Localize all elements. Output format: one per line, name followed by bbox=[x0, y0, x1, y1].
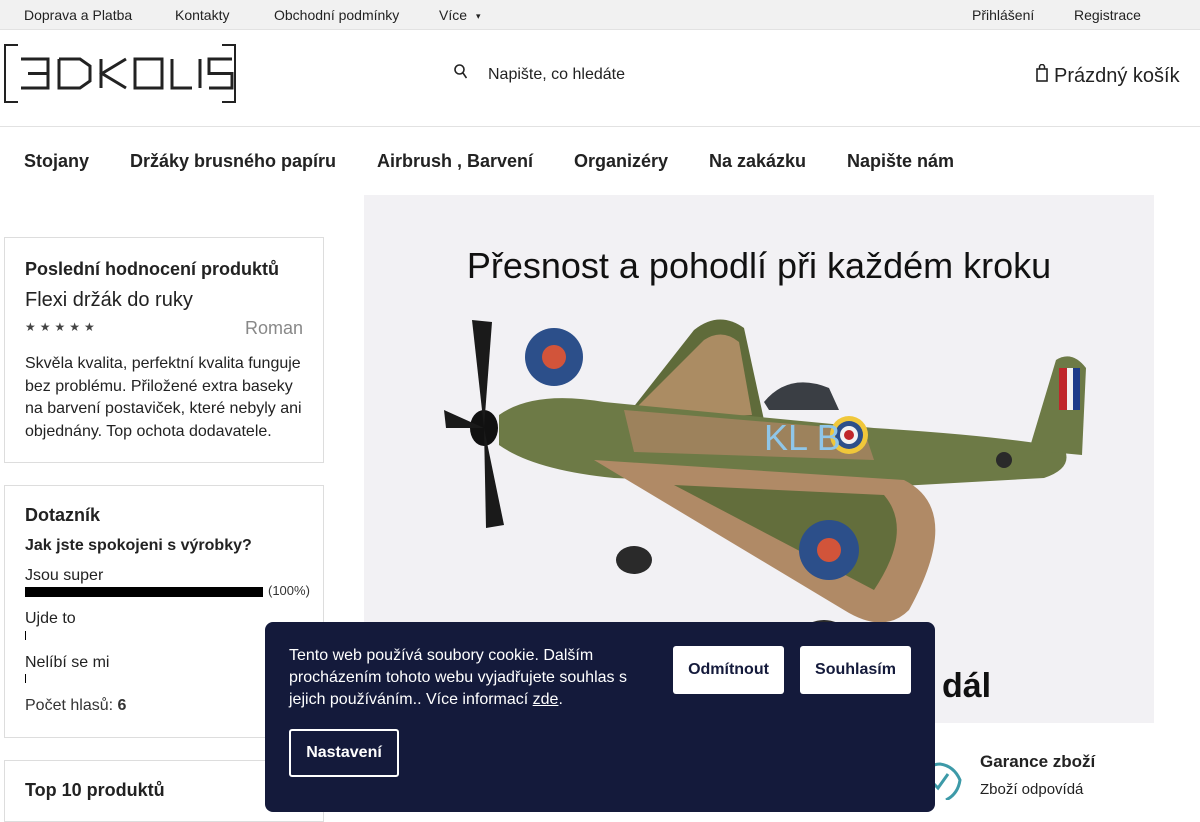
banner-headline: Přesnost a pohodlí při každém kroku bbox=[466, 245, 1052, 286]
spitfire-model-image: KL B bbox=[444, 319, 1086, 640]
menu-item-organizers[interactable]: Organizéry bbox=[574, 151, 668, 172]
poll-percent: (100%) bbox=[268, 583, 310, 598]
cart-icon bbox=[1036, 63, 1048, 88]
login-link[interactable]: Přihlášení bbox=[972, 7, 1034, 23]
site-logo[interactable] bbox=[4, 44, 236, 103]
votes-value: 6 bbox=[117, 697, 127, 714]
cookie-banner: Tento web používá soubory cookie. Dalším… bbox=[265, 622, 935, 812]
banner-subtext: dál bbox=[942, 667, 992, 705]
reviews-title: Poslední hodnocení produktů bbox=[25, 259, 279, 279]
topbar-link-shipping[interactable]: Doprava a Platba bbox=[24, 7, 132, 23]
top-bar: Doprava a Platba Kontakty Obchodní podmí… bbox=[0, 0, 1200, 30]
rating-stars-icon: ★★★★★ bbox=[25, 320, 99, 334]
review-text: Skvěla kvalita, perfektní kvalita funguj… bbox=[25, 355, 302, 440]
topbar-more-menu[interactable]: Více ▾ bbox=[439, 7, 481, 23]
chevron-down-icon: ▾ bbox=[476, 11, 481, 21]
cookie-text: Tento web používá soubory cookie. Dalším… bbox=[289, 645, 649, 711]
poll-option-label[interactable]: Nelíbí se mi bbox=[25, 654, 109, 672]
poll-option-label[interactable]: Ujde to bbox=[25, 610, 76, 628]
poll-result-bar bbox=[25, 587, 263, 597]
cookie-more-info-link[interactable]: zde bbox=[533, 691, 559, 708]
cookie-accept-button[interactable]: Souhlasím bbox=[800, 646, 911, 694]
poll-option-label[interactable]: Jsou super bbox=[25, 567, 103, 585]
topbar-link-terms[interactable]: Obchodní podmínky bbox=[274, 7, 399, 23]
cart-label: Prázdný košík bbox=[1054, 65, 1180, 87]
cookie-settings-button[interactable]: Nastavení bbox=[289, 729, 399, 777]
poll-result-bar bbox=[25, 674, 26, 683]
cookie-decline-button[interactable]: Odmítnout bbox=[673, 646, 784, 694]
main-menu: Stojany Držáky brusného papíru Airbrush … bbox=[0, 127, 1200, 195]
votes-label: Počet hlasů: bbox=[25, 697, 114, 714]
review-product-link[interactable]: Flexi držák do ruky bbox=[25, 289, 193, 312]
cookie-message: Tento web používá soubory cookie. Dalším… bbox=[289, 647, 627, 708]
poll-result-bar bbox=[25, 631, 26, 640]
menu-item-sandpaper-holders[interactable]: Držáky brusného papíru bbox=[130, 151, 336, 172]
top10-title: Top 10 produktů bbox=[25, 780, 165, 800]
register-link[interactable]: Registrace bbox=[1074, 7, 1141, 23]
poll-vote-count: Počet hlasů: 6 bbox=[25, 697, 126, 715]
cart-button[interactable]: Prázdný košík bbox=[1036, 63, 1180, 88]
search-field[interactable]: Napište, co hledáte bbox=[454, 64, 625, 84]
topbar-link-contacts[interactable]: Kontakty bbox=[175, 7, 229, 23]
menu-item-custom[interactable]: Na zakázku bbox=[709, 151, 806, 172]
plane-markings: KL B bbox=[764, 417, 841, 458]
menu-item-airbrush[interactable]: Airbrush , Barvení bbox=[377, 151, 533, 172]
reviews-box: Poslední hodnocení produktů Flexi držák … bbox=[4, 237, 324, 463]
menu-item-contact-us[interactable]: Napište nám bbox=[847, 151, 954, 172]
poll-question: Jak jste spokojeni s výrobky? bbox=[25, 537, 252, 554]
menu-item-stands[interactable]: Stojany bbox=[24, 151, 89, 172]
search-icon bbox=[454, 64, 468, 84]
cookie-period: . bbox=[558, 691, 563, 708]
guarantee-title: Garance zboží bbox=[980, 752, 1096, 771]
review-author: Roman bbox=[244, 318, 303, 338]
topbar-more-label: Více bbox=[439, 7, 468, 23]
guarantee-text: Zboží odpovídá bbox=[980, 781, 1084, 798]
search-placeholder: Napište, co hledáte bbox=[488, 66, 625, 83]
poll-title: Dotazník bbox=[25, 505, 101, 525]
site-header: Napište, co hledáte Prázdný košík bbox=[0, 30, 1200, 127]
